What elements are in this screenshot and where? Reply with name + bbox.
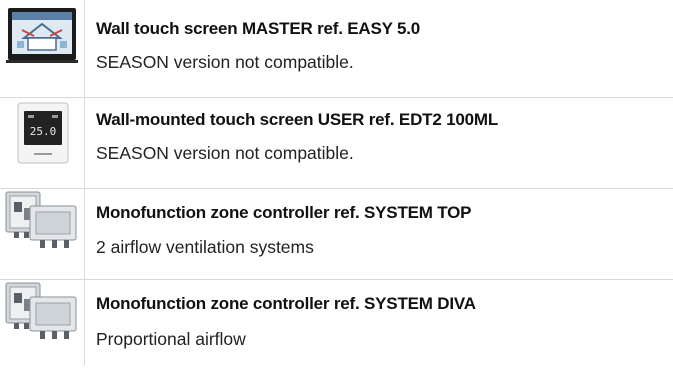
product-description: SEASON version not compatible. <box>96 143 354 163</box>
product-table: Wall touch screen MASTER ref. EASY 5.0 S… <box>0 0 673 365</box>
table-row: Wall touch screen MASTER ref. EASY 5.0 S… <box>0 0 673 97</box>
zone-controller-image <box>0 188 84 279</box>
product-title: Wall-mounted touch screen USER ref. EDT2… <box>96 110 499 129</box>
product-description: SEASON version not compatible. <box>96 52 354 72</box>
thermostat-display-value: 25.0 <box>30 125 57 138</box>
product-title: Monofunction zone controller ref. SYSTEM… <box>96 203 472 222</box>
wall-mounted-touch-screen-user-image: 25.0 <box>0 97 84 188</box>
product-title: Monofunction zone controller ref. SYSTEM… <box>96 294 476 313</box>
product-title: Wall touch screen MASTER ref. EASY 5.0 <box>96 19 420 38</box>
wall-touch-screen-master-image <box>0 0 84 97</box>
zone-controller-image <box>0 279 84 365</box>
table-row: Monofunction zone controller ref. SYSTEM… <box>0 279 673 365</box>
product-description: 2 airflow ventilation systems <box>96 237 314 257</box>
table-row: Monofunction zone controller ref. SYSTEM… <box>0 188 673 279</box>
product-description: Proportional airflow <box>96 329 246 349</box>
table-row: 25.0 Wall-mounted touch screen USER ref.… <box>0 97 673 188</box>
